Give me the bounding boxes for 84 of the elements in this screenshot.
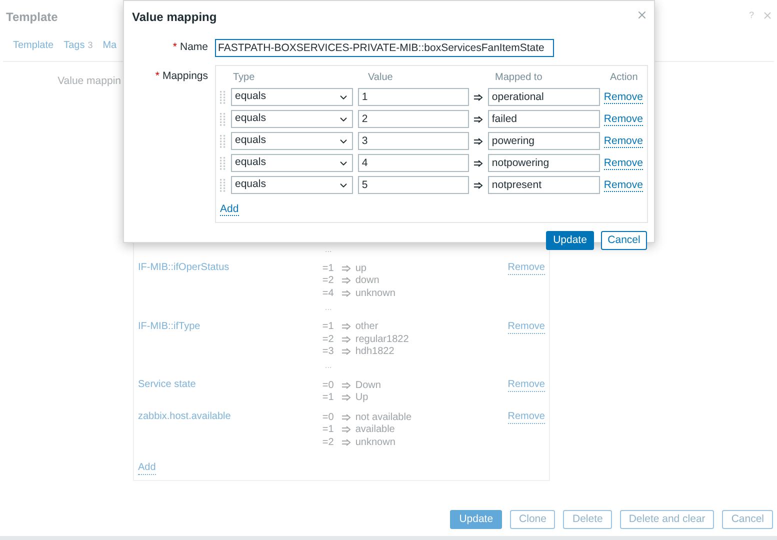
double-arrow-icon [342, 438, 352, 446]
remove-link[interactable]: Remove [604, 112, 643, 126]
double-arrow-icon [474, 94, 483, 100]
mapping-value: =1 [322, 320, 335, 334]
add-link[interactable]: Add [220, 203, 239, 216]
field-label: Mappings [162, 69, 208, 84]
drag-handle-icon[interactable] [220, 90, 226, 104]
dialog-title: Value mapping [132, 9, 217, 26]
type-select[interactable]: equals [231, 176, 353, 194]
value-input[interactable]: 5 [358, 176, 469, 194]
field-label: Name [180, 40, 208, 56]
double-arrow-icon [474, 182, 483, 188]
mapping-value: =2 [322, 436, 335, 450]
mapping-value: =2 [322, 274, 335, 288]
double-arrow-icon [342, 277, 352, 284]
remove-link[interactable]: Remove [604, 178, 643, 192]
drag-handle-icon[interactable] [220, 178, 226, 192]
form-button[interactable]: Update [450, 510, 502, 529]
mapped-to-text: up [355, 262, 366, 276]
double-arrow-icon [342, 336, 352, 343]
mapped-to-input[interactable]: powering [488, 132, 600, 150]
double-arrow-icon [342, 264, 352, 272]
mapping-value: =1 [322, 262, 335, 276]
drag-handle-icon[interactable] [220, 134, 226, 148]
mapped-to-input[interactable]: failed [488, 110, 600, 128]
double-arrow-icon [474, 160, 483, 166]
column-header: Value [368, 71, 394, 85]
mapping-value: =1 [322, 391, 335, 406]
mapped-to-text: regular1822 [355, 332, 409, 346]
page-title: Template [6, 9, 58, 26]
mapping-value: =4 [322, 286, 335, 301]
more-indicator: ... [325, 302, 333, 314]
remove-link[interactable]: Remove [604, 90, 643, 104]
mapped-to-text: down [355, 274, 380, 288]
value-input[interactable]: 2 [358, 110, 469, 128]
name-input[interactable]: FASTPATH-BOXSERVICES-PRIVATE-MIB::boxServicesFanItemState [215, 39, 554, 57]
close-icon[interactable] [636, 9, 648, 21]
double-arrow-icon [342, 394, 352, 402]
double-arrow-icon [342, 348, 352, 356]
double-arrow-icon [474, 138, 483, 144]
mapped-to-text: hdh1822 [355, 345, 394, 360]
value-input[interactable]: 1 [358, 88, 469, 106]
mapping-value: =3 [322, 345, 335, 360]
remove-link[interactable]: Remove [604, 134, 643, 148]
value-input[interactable]: 4 [358, 154, 469, 172]
column-header: Action [610, 71, 638, 85]
mapped-to-text: Up [355, 391, 368, 406]
mapped-to-input[interactable]: notpowering [488, 154, 600, 172]
dialog-button[interactable]: Cancel [601, 231, 647, 250]
double-arrow-icon [342, 426, 352, 434]
mapping-value: =0 [322, 410, 335, 425]
column-header: Mapped to [495, 71, 544, 85]
close-icon[interactable] [762, 10, 773, 22]
column-header: Type [233, 71, 256, 85]
type-select[interactable]: equals [231, 132, 353, 150]
mapped-to-text: Down [355, 378, 381, 393]
double-arrow-icon [342, 382, 352, 389]
mapping-value: =2 [322, 332, 335, 347]
mapped-to-text: other [355, 320, 378, 334]
mapped-to-input[interactable]: operational [488, 88, 600, 106]
double-arrow-icon [474, 116, 483, 122]
double-arrow-icon [342, 323, 352, 330]
mapped-to-text: unknown [355, 436, 396, 450]
mapped-to-text: not available [355, 410, 412, 424]
drag-handle-icon[interactable] [220, 156, 226, 170]
remove-link[interactable]: Remove [604, 156, 643, 170]
more-indicator: ... [325, 244, 333, 256]
more-indicator: ... [325, 360, 333, 372]
mapped-to-text: available [355, 423, 395, 438]
dialog-button[interactable]: Update [546, 231, 594, 250]
required-mark: * [172, 40, 177, 56]
required-mark: * [155, 69, 160, 84]
mapping-value: =1 [322, 423, 335, 438]
value-input[interactable]: 3 [358, 132, 469, 150]
type-select[interactable]: equals [231, 154, 353, 172]
double-arrow-icon [342, 414, 352, 421]
drag-handle-icon[interactable] [220, 112, 226, 126]
type-select[interactable]: equals [231, 88, 353, 106]
field-label: Value mappin [58, 74, 121, 89]
type-select[interactable]: equals [231, 110, 353, 128]
mapped-to-input[interactable]: notpresent [488, 176, 600, 194]
double-arrow-icon [342, 290, 352, 297]
mapped-to-text: unknown [355, 286, 396, 301]
mapping-value: =0 [322, 378, 335, 393]
